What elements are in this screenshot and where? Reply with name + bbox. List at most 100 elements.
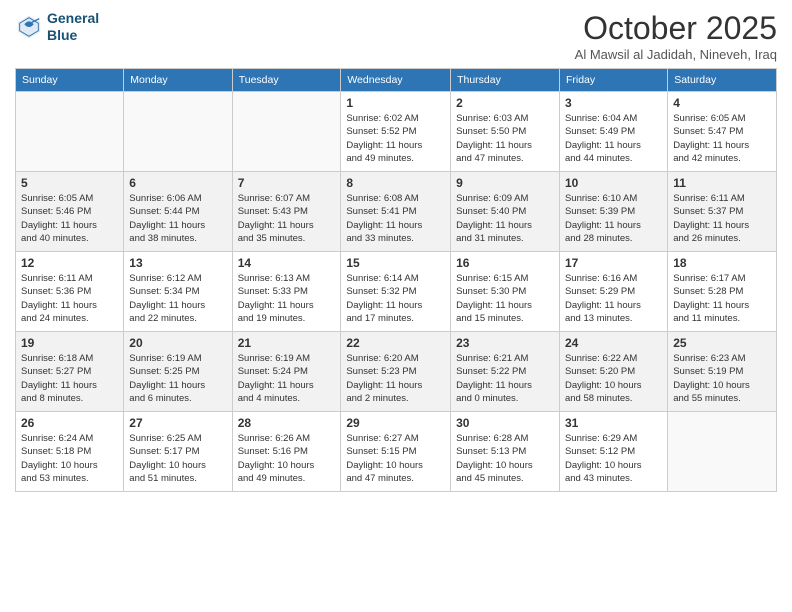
calendar-cell: 31Sunrise: 6:29 AM Sunset: 5:12 PM Dayli… (559, 412, 667, 492)
calendar-cell: 7Sunrise: 6:07 AM Sunset: 5:43 PM Daylig… (232, 172, 341, 252)
day-number: 27 (129, 416, 226, 430)
calendar-header-row: Sunday Monday Tuesday Wednesday Thursday… (16, 69, 777, 92)
calendar-cell: 16Sunrise: 6:15 AM Sunset: 5:30 PM Dayli… (451, 252, 560, 332)
calendar-cell: 26 Sunrise: 6:24 AM Sunset: 5:18 PM Dayli… (16, 412, 124, 492)
day-info: Sunrise: 6:15 AM Sunset: 5:30 PM Dayligh… (456, 272, 554, 325)
day-number: 20 (129, 336, 226, 350)
day-info: Sunrise: 6:20 AM Sunset: 5:23 PM Dayligh… (346, 352, 445, 405)
day-number: 22 (346, 336, 445, 350)
day-number: 29 (346, 416, 445, 430)
calendar-cell: 10 Sunrise: 6:10 AM Sunset: 5:39 PM Dayli… (559, 172, 667, 252)
day-info: Sunrise: 6:09 AM Sunset: 5:40 PM Dayligh… (456, 192, 554, 245)
day-info: Sunrise: 6:19 AM Sunset: 5:24 PM Dayligh… (238, 352, 336, 405)
day-number: 31 (565, 416, 662, 430)
calendar-cell: 25 Sunrise: 6:23 AM Sunset: 5:19 PM Dayli… (668, 332, 777, 412)
calendar-cell: 12 Sunrise: 6:11 AM Sunset: 5:36 PM Dayli… (16, 252, 124, 332)
calendar-cell: 6 Sunrise: 6:06 AM Sunset: 5:44 PM Daylig… (124, 172, 232, 252)
calendar-cell: 9 Sunrise: 6:09 AM Sunset: 5:40 PM Daylig… (451, 172, 560, 252)
day-number: 10 (565, 176, 662, 190)
logo-line1: General (47, 10, 99, 26)
day-info: Sunrise: 6:19 AM Sunset: 5:25 PM Dayligh… (129, 352, 226, 405)
col-monday: Monday (124, 69, 232, 92)
day-number: 21 (238, 336, 336, 350)
day-info: Sunrise: 6:21 AM Sunset: 5:22 PM Dayligh… (456, 352, 554, 405)
calendar-cell: 23 Sunrise: 6:21 AM Sunset: 5:22 PM Dayli… (451, 332, 560, 412)
calendar-cell: 22 Sunrise: 6:20 AM Sunset: 5:23 PM Dayli… (341, 332, 451, 412)
calendar-cell: 3Sunrise: 6:04 AM Sunset: 5:49 PM Daylig… (559, 92, 667, 172)
col-sunday: Sunday (16, 69, 124, 92)
day-info: Sunrise: 6:23 AM Sunset: 5:19 PM Dayligh… (673, 352, 771, 405)
calendar-cell: 2 Sunrise: 6:03 AM Sunset: 5:50 PM Daylig… (451, 92, 560, 172)
calendar-cell: 27 Sunrise: 6:25 AM Sunset: 5:17 PM Dayli… (124, 412, 232, 492)
day-number: 8 (346, 176, 445, 190)
calendar-cell (668, 412, 777, 492)
calendar-cell: 18 Sunrise: 6:17 AM Sunset: 5:28 PM Dayli… (668, 252, 777, 332)
page-header: General Blue October 2025 Al Mawsil al J… (15, 10, 777, 62)
day-number: 13 (129, 256, 226, 270)
title-section: October 2025 Al Mawsil al Jadidah, Ninev… (575, 10, 777, 62)
calendar-cell: 17 Sunrise: 6:16 AM Sunset: 5:29 PM Dayli… (559, 252, 667, 332)
calendar-cell (124, 92, 232, 172)
day-info: Sunrise: 6:14 AM Sunset: 5:32 PM Dayligh… (346, 272, 445, 325)
calendar-cell: 1Sunrise: 6:02 AM Sunset: 5:52 PM Daylig… (341, 92, 451, 172)
day-number: 6 (129, 176, 226, 190)
day-info: Sunrise: 6:24 AM Sunset: 5:18 PM Dayligh… (21, 432, 118, 485)
calendar-cell: 5 Sunrise: 6:05 AM Sunset: 5:46 PM Daylig… (16, 172, 124, 252)
day-info: Sunrise: 6:11 AM Sunset: 5:36 PM Dayligh… (21, 272, 118, 325)
day-info: Sunrise: 6:05 AM Sunset: 5:47 PM Dayligh… (673, 112, 771, 165)
day-number: 7 (238, 176, 336, 190)
calendar-table: Sunday Monday Tuesday Wednesday Thursday… (15, 68, 777, 492)
day-number: 1 (346, 96, 445, 110)
day-number: 17 (565, 256, 662, 270)
calendar-cell: 24Sunrise: 6:22 AM Sunset: 5:20 PM Dayli… (559, 332, 667, 412)
day-number: 2 (456, 96, 554, 110)
day-info: Sunrise: 6:08 AM Sunset: 5:41 PM Dayligh… (346, 192, 445, 245)
day-number: 28 (238, 416, 336, 430)
day-info: Sunrise: 6:17 AM Sunset: 5:28 PM Dayligh… (673, 272, 771, 325)
day-info: Sunrise: 6:25 AM Sunset: 5:17 PM Dayligh… (129, 432, 226, 485)
day-info: Sunrise: 6:18 AM Sunset: 5:27 PM Dayligh… (21, 352, 118, 405)
day-number: 26 (21, 416, 118, 430)
calendar-cell: 15Sunrise: 6:14 AM Sunset: 5:32 PM Dayli… (341, 252, 451, 332)
day-number: 12 (21, 256, 118, 270)
calendar-week-row: 26 Sunrise: 6:24 AM Sunset: 5:18 PM Dayli… (16, 412, 777, 492)
logo-text: General Blue (47, 10, 99, 44)
day-number: 23 (456, 336, 554, 350)
day-info: Sunrise: 6:03 AM Sunset: 5:50 PM Dayligh… (456, 112, 554, 165)
day-info: Sunrise: 6:16 AM Sunset: 5:29 PM Dayligh… (565, 272, 662, 325)
calendar-cell: 30Sunrise: 6:28 AM Sunset: 5:13 PM Dayli… (451, 412, 560, 492)
day-info: Sunrise: 6:12 AM Sunset: 5:34 PM Dayligh… (129, 272, 226, 325)
logo-line2: Blue (47, 27, 77, 43)
calendar-week-row: 19 Sunrise: 6:18 AM Sunset: 5:27 PM Dayli… (16, 332, 777, 412)
calendar-cell (232, 92, 341, 172)
day-info: Sunrise: 6:13 AM Sunset: 5:33 PM Dayligh… (238, 272, 336, 325)
calendar-cell: 8 Sunrise: 6:08 AM Sunset: 5:41 PM Daylig… (341, 172, 451, 252)
day-info: Sunrise: 6:05 AM Sunset: 5:46 PM Dayligh… (21, 192, 118, 245)
calendar-cell: 14Sunrise: 6:13 AM Sunset: 5:33 PM Dayli… (232, 252, 341, 332)
logo: General Blue (15, 10, 99, 44)
day-number: 9 (456, 176, 554, 190)
calendar-cell: 21 Sunrise: 6:19 AM Sunset: 5:24 PM Dayli… (232, 332, 341, 412)
col-wednesday: Wednesday (341, 69, 451, 92)
calendar-week-row: 1Sunrise: 6:02 AM Sunset: 5:52 PM Daylig… (16, 92, 777, 172)
day-number: 4 (673, 96, 771, 110)
day-info: Sunrise: 6:28 AM Sunset: 5:13 PM Dayligh… (456, 432, 554, 485)
day-number: 3 (565, 96, 662, 110)
calendar-cell: 28Sunrise: 6:26 AM Sunset: 5:16 PM Dayli… (232, 412, 341, 492)
day-info: Sunrise: 6:06 AM Sunset: 5:44 PM Dayligh… (129, 192, 226, 245)
calendar-week-row: 5 Sunrise: 6:05 AM Sunset: 5:46 PM Daylig… (16, 172, 777, 252)
day-number: 25 (673, 336, 771, 350)
day-number: 19 (21, 336, 118, 350)
month-title: October 2025 (575, 10, 777, 47)
day-number: 5 (21, 176, 118, 190)
day-number: 18 (673, 256, 771, 270)
calendar-cell: 29Sunrise: 6:27 AM Sunset: 5:15 PM Dayli… (341, 412, 451, 492)
calendar-cell: 20 Sunrise: 6:19 AM Sunset: 5:25 PM Dayli… (124, 332, 232, 412)
col-tuesday: Tuesday (232, 69, 341, 92)
col-friday: Friday (559, 69, 667, 92)
location-subtitle: Al Mawsil al Jadidah, Nineveh, Iraq (575, 47, 777, 62)
calendar-cell: 11Sunrise: 6:11 AM Sunset: 5:37 PM Dayli… (668, 172, 777, 252)
page-container: General Blue October 2025 Al Mawsil al J… (0, 0, 792, 502)
day-info: Sunrise: 6:10 AM Sunset: 5:39 PM Dayligh… (565, 192, 662, 245)
logo-icon (15, 13, 43, 41)
